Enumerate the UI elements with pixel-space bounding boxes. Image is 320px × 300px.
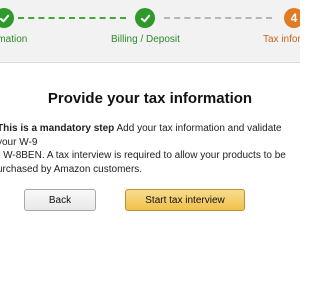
step-1-label: rmation bbox=[0, 34, 28, 45]
tax-description: This is a mandatory step Add your tax in… bbox=[0, 122, 287, 176]
step-1-check-icon bbox=[0, 8, 14, 28]
page-title: Provide your tax information bbox=[47, 90, 253, 107]
description-line-2: r W-8BEN. A tax interview is required to… bbox=[0, 150, 286, 161]
progress-stepper: rmation Billing / Deposit 4 Tax inform bbox=[0, 0, 300, 63]
description-line-3: urchased by Amazon customers. bbox=[0, 163, 143, 175]
step-4-label: Tax inform bbox=[263, 34, 300, 45]
step-connector-1 bbox=[18, 17, 126, 19]
step-4-number-badge: 4 bbox=[284, 8, 300, 28]
step-2-check-icon bbox=[135, 8, 155, 28]
mandatory-step-label: This is a mandatory step bbox=[0, 123, 115, 134]
step-connector-2 bbox=[164, 17, 272, 19]
back-button[interactable]: Back bbox=[24, 189, 96, 211]
step-2-label: Billing / Deposit bbox=[111, 34, 180, 45]
start-tax-interview-button[interactable]: Start tax interview bbox=[125, 189, 245, 211]
tax-information-page: rmation Billing / Deposit 4 Tax inform P… bbox=[0, 0, 300, 300]
